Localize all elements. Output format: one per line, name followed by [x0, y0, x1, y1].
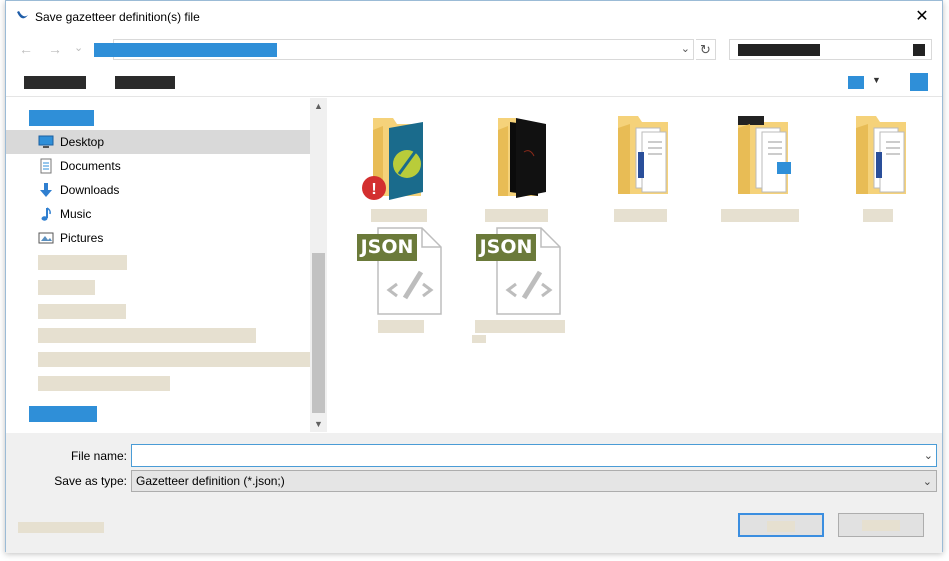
file-name-field[interactable]: ⌄ — [131, 444, 937, 467]
address-bar-row: ← → ⌄ ⌄ ↻ — [6, 37, 942, 61]
refresh-button[interactable]: ↻ — [696, 39, 716, 60]
sidebar-item-label: Music — [60, 207, 92, 221]
save-form: File name: ⌄ Save as type: Gazetteer def… — [6, 433, 942, 553]
file-item-folder[interactable]: ! — [349, 112, 449, 222]
folder-app-icon: ! — [362, 118, 423, 200]
folder-docs-icon — [738, 116, 791, 194]
file-name-dropdown-icon[interactable]: ⌄ — [924, 449, 933, 462]
json-badge: JSON — [357, 234, 417, 261]
music-icon — [38, 206, 54, 222]
help-icon[interactable] — [910, 73, 928, 91]
file-name-label — [863, 209, 893, 222]
sidebar-item-label: Documents — [60, 159, 121, 173]
file-item-json[interactable]: JSON — [351, 224, 451, 333]
sidebar-scrollbar[interactable]: ▲ ▼ — [310, 98, 327, 432]
file-name-label — [613, 209, 667, 222]
nav-group-quick-access[interactable] — [29, 110, 94, 126]
app-logo-icon — [17, 11, 28, 19]
file-item-folder[interactable] — [590, 112, 690, 222]
sidebar-item-downloads[interactable]: Downloads — [38, 180, 119, 200]
folder-docs-icon — [856, 116, 906, 194]
file-name-label — [378, 320, 424, 333]
file-name-label — [721, 209, 799, 222]
sidebar-item-label: Pictures — [60, 231, 104, 245]
recent-locations-button[interactable]: ⌄ — [74, 41, 83, 54]
navigation-pane: Desktop Documents Downloads Music Pictur… — [6, 98, 327, 432]
search-placeholder — [738, 44, 820, 56]
scroll-up-icon[interactable]: ▲ — [310, 98, 327, 114]
sidebar-item-label: Downloads — [60, 183, 120, 197]
svg-text:!: ! — [371, 181, 376, 198]
file-name-label — [472, 335, 486, 343]
file-name-label — [484, 209, 548, 222]
back-button[interactable]: ← — [19, 41, 33, 57]
documents-icon — [38, 158, 54, 174]
address-path[interactable] — [94, 43, 277, 57]
file-item-json[interactable]: JSON — [470, 224, 570, 343]
file-item-folder[interactable] — [828, 112, 928, 222]
sidebar-item[interactable] — [38, 280, 95, 295]
command-toolbar: ▼ — [6, 67, 942, 97]
file-list: ! JSON JSON — [329, 98, 942, 432]
sidebar-item[interactable] — [38, 352, 310, 367]
nav-group-network[interactable] — [29, 406, 97, 422]
save-type-select[interactable]: Gazetteer definition (*.json;) ⌄ — [131, 470, 937, 492]
close-button[interactable]: ✕ — [902, 1, 942, 31]
json-file-icon: JSON — [470, 224, 570, 316]
address-dropdown-icon[interactable]: ⌄ — [681, 42, 690, 55]
sidebar-item-label: Desktop — [60, 135, 105, 149]
folder-dark-icon — [498, 118, 546, 198]
forward-button[interactable]: → — [48, 41, 62, 57]
title-bar: Save gazetteer definition(s) file ✕ — [6, 1, 942, 31]
save-dialog: Save gazetteer definition(s) file ✕ ← → … — [5, 0, 943, 553]
save-button[interactable] — [738, 513, 824, 537]
json-file-icon: JSON — [351, 224, 451, 316]
close-icon: ✕ — [915, 8, 929, 25]
file-name-label — [475, 320, 565, 333]
sidebar-item[interactable] — [38, 376, 170, 391]
pictures-icon — [38, 230, 54, 246]
organize-button[interactable] — [24, 76, 86, 89]
address-bar[interactable]: ⌄ — [94, 39, 694, 60]
json-badge: JSON — [476, 234, 536, 261]
file-item-folder[interactable] — [466, 112, 566, 222]
save-button-label — [767, 521, 795, 532]
desktop-icon — [38, 134, 54, 150]
view-options-icon[interactable] — [848, 76, 864, 89]
file-name-label: File name: — [70, 449, 127, 463]
dialog-title: Save gazetteer definition(s) file — [35, 10, 200, 24]
sidebar-item-pictures[interactable]: Pictures — [38, 228, 103, 248]
hide-folders-toggle[interactable] — [18, 522, 104, 533]
save-type-value: Gazetteer definition (*.json;) — [136, 474, 285, 488]
sidebar-item-desktop[interactable]: Desktop — [38, 132, 104, 152]
sidebar-item-music[interactable]: Music — [38, 204, 91, 224]
save-type-dropdown-icon[interactable]: ⌄ — [923, 475, 932, 488]
sidebar-item[interactable] — [38, 255, 127, 270]
new-folder-button[interactable] — [115, 76, 175, 89]
downloads-icon — [38, 182, 54, 198]
scroll-down-icon[interactable]: ▼ — [310, 416, 327, 432]
cancel-button[interactable] — [838, 513, 924, 537]
file-name-label — [371, 209, 427, 222]
view-dropdown-icon[interactable]: ▼ — [872, 75, 881, 85]
scrollbar-thumb[interactable] — [312, 253, 325, 413]
folder-docs-icon — [618, 116, 668, 194]
search-icon[interactable] — [913, 44, 925, 56]
sidebar-item-documents[interactable]: Documents — [38, 156, 121, 176]
refresh-icon: ↻ — [700, 41, 711, 57]
search-input[interactable] — [729, 39, 932, 60]
sidebar-item[interactable] — [38, 328, 256, 343]
cancel-button-label — [862, 520, 900, 531]
save-type-label: Save as type: — [54, 474, 127, 488]
file-item-folder[interactable] — [710, 112, 810, 222]
sidebar-item[interactable] — [38, 304, 126, 319]
